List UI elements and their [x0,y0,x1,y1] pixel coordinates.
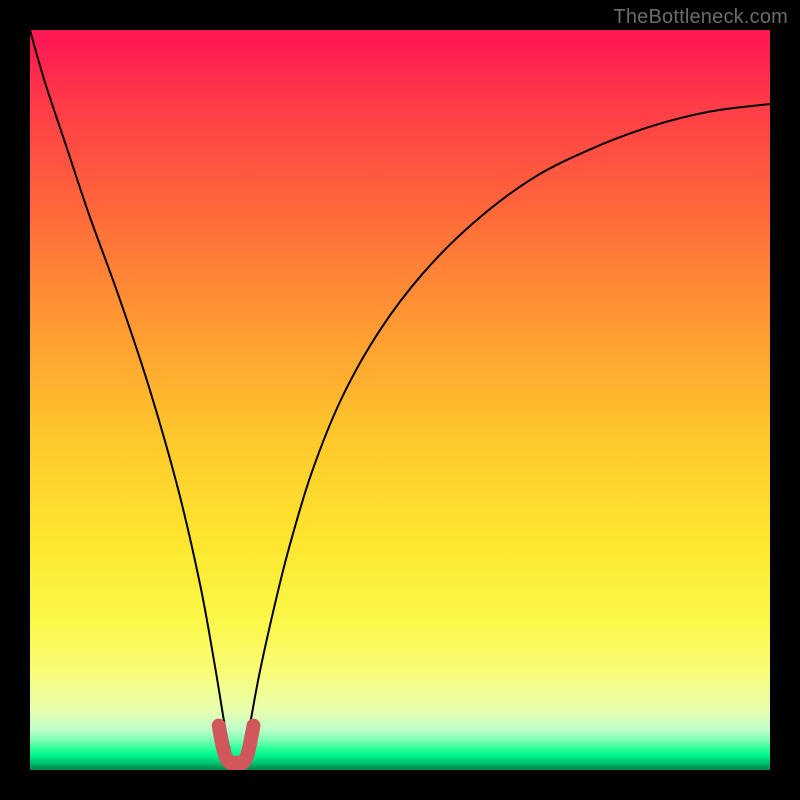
bottleneck-curve-path [30,30,770,766]
optimal-band-path [219,726,254,764]
watermark-text: TheBottleneck.com [613,6,788,29]
chart-area [30,30,770,770]
chart-svg [30,30,770,770]
